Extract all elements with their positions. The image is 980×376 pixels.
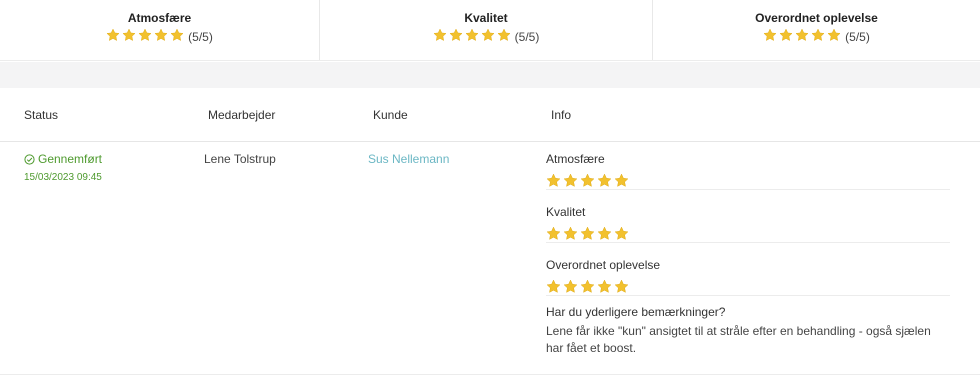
star-icon — [154, 28, 168, 41]
info-rating-quality: Kvalitet — [546, 190, 950, 243]
star-icon — [546, 279, 561, 293]
employee-name: Lene Tolstrup — [204, 152, 276, 166]
star-icon — [580, 226, 595, 240]
star-icon — [449, 28, 463, 41]
row-divider — [0, 374, 980, 375]
rating-summary: Atmosfære (5/5) Kvalitet (5/5) Overordne… — [0, 0, 980, 61]
star-icon — [481, 28, 495, 41]
column-header-employee[interactable]: Medarbejder — [208, 108, 275, 122]
column-header-info[interactable]: Info — [551, 108, 571, 122]
summary-title: Atmosfære — [127, 11, 192, 25]
status-timestamp: 15/03/2023 09:45 — [24, 172, 102, 183]
score-label: (5/5) — [845, 29, 870, 44]
summary-atmosphere: Atmosfære (5/5) — [0, 0, 320, 60]
check-circle-icon — [24, 153, 35, 165]
summary-rating: (5/5) — [433, 28, 540, 45]
score-label: (5/5) — [188, 29, 213, 44]
star-icon — [170, 28, 184, 41]
summary-rating: (5/5) — [106, 28, 213, 45]
star-icon — [563, 226, 578, 240]
comment-answer: Lene får ikke "kun" ansigtet til at strå… — [546, 324, 931, 355]
status-text: Gennemført — [38, 152, 103, 166]
rating-label: Atmosfære — [546, 152, 605, 166]
info-rating-overall: Overordnet oplevelse — [546, 243, 950, 296]
star-icon — [497, 28, 511, 41]
star-icon — [811, 28, 825, 41]
star-icon — [580, 173, 595, 187]
summary-rating: (5/5) — [763, 28, 870, 45]
info-rating-atmosphere: Atmosfære — [546, 152, 950, 190]
status-cell: Gennemført 15/03/2023 09:45 — [24, 152, 102, 183]
star-icon — [763, 28, 777, 41]
star-icon — [827, 28, 841, 41]
star-icon — [597, 173, 612, 187]
star-rating — [433, 28, 513, 45]
star-rating — [106, 28, 186, 45]
star-icon — [614, 173, 629, 187]
star-icon — [106, 28, 120, 41]
star-icon — [138, 28, 152, 41]
score-label: (5/5) — [514, 29, 540, 44]
star-rating — [763, 28, 843, 45]
star-icon — [433, 28, 447, 41]
star-icon — [563, 173, 578, 187]
rating-label: Kvalitet — [546, 205, 586, 219]
rating-label: Overordnet oplevelse — [546, 258, 661, 272]
star-icon — [122, 28, 136, 41]
summary-overall: Overordnet oplevelse (5/5) — [653, 0, 980, 60]
star-icon — [597, 279, 612, 293]
info-cell: Atmosfære Kvalitet Overordnet oplevelse … — [546, 152, 950, 357]
star-icon — [779, 28, 793, 41]
summary-title: Kvalitet — [464, 11, 508, 25]
star-rating — [546, 226, 950, 241]
star-icon — [614, 226, 629, 240]
customer-link[interactable]: Sus Nellemann — [368, 152, 449, 166]
summary-title: Overordnet oplevelse — [755, 11, 878, 25]
column-header-status[interactable]: Status — [24, 108, 58, 122]
star-icon — [546, 173, 561, 187]
star-icon — [546, 226, 561, 240]
star-icon — [795, 28, 809, 41]
column-header-customer[interactable]: Kunde — [373, 108, 408, 122]
star-rating — [546, 279, 950, 294]
star-icon — [563, 279, 578, 293]
summary-quality: Kvalitet (5/5) — [320, 0, 653, 60]
status-badge: Gennemført — [24, 152, 102, 166]
star-icon — [465, 28, 479, 41]
comment-question: Har du yderligere bemærkninger? — [546, 305, 726, 319]
star-icon — [614, 279, 629, 293]
star-icon — [580, 279, 595, 293]
section-divider-band — [0, 62, 980, 88]
star-rating — [546, 173, 950, 188]
table-header: Status Medarbejder Kunde Info — [0, 89, 980, 142]
star-icon — [597, 226, 612, 240]
